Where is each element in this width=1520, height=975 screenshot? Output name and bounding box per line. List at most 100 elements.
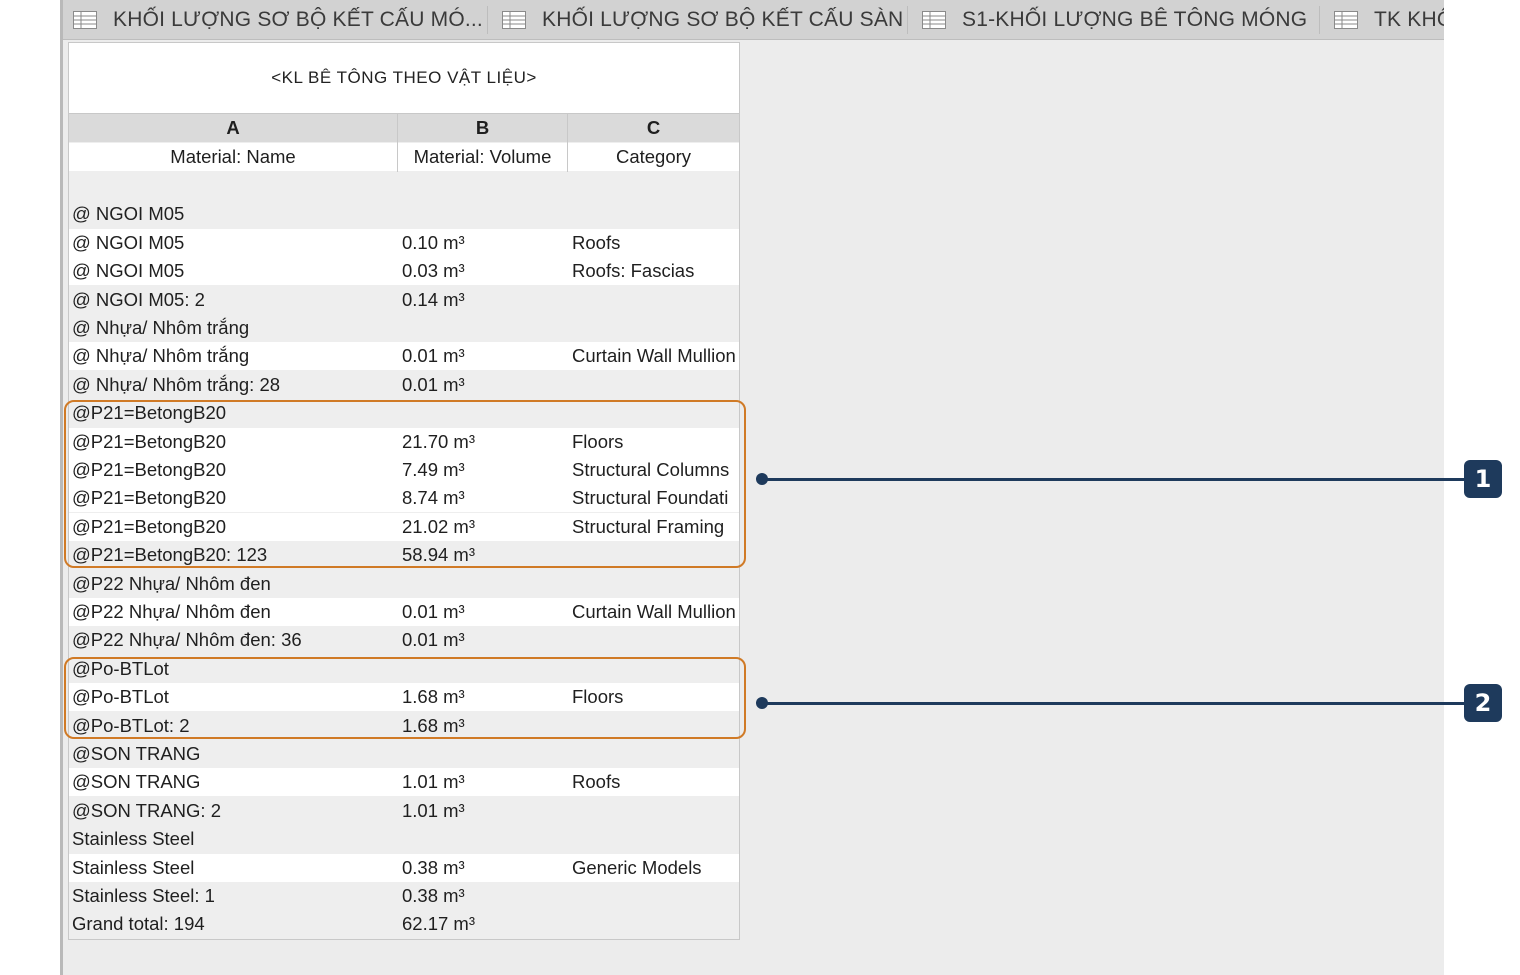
view-tab-bar: KHỐI LƯỢNG SƠ BỘ KẾT CẤU MÓ... KHỐI LƯỢN… [63,0,1444,40]
column-letter-c[interactable]: C [568,114,739,142]
cell-material-name[interactable]: @ Nhựa/ Nhôm trắng [72,314,394,342]
column-header-category[interactable]: Category [568,143,739,171]
cell-material-name[interactable]: @ NGOI M05 [72,257,394,285]
schedule-view-area: <KL BÊ TÔNG THEO VẬT LIỆU> A B C Materia… [63,40,1444,975]
schedule-icon [73,10,97,29]
schedule-icon [502,10,526,29]
cell-material-name[interactable]: Stainless Steel [72,854,394,882]
cell-category[interactable]: Roofs: Fascias [572,257,738,285]
column-header-name[interactable]: Material: Name [69,143,397,171]
cell-material-name[interactable]: @ Nhựa/ Nhôm trắng: 28 [72,371,394,399]
table-row[interactable]: Stainless Steel 0.38 m³ Generic Models [69,853,739,882]
cell-material-name[interactable] [72,172,394,200]
cell-material-volume[interactable]: 1.01 m³ [402,768,562,796]
cell-material-name[interactable]: Grand total: 194 [72,910,394,938]
column-letter-row: A B C [69,114,739,142]
cell-category[interactable] [572,626,738,654]
cell-material-volume[interactable]: 0.01 m³ [402,371,562,399]
table-row[interactable]: @ NGOI M05 0.03 m³ Roofs: Fascias [69,257,739,286]
table-row[interactable]: @P22 Nhựa/ Nhôm đen: 36 0.01 m³ [69,626,739,655]
cell-category[interactable]: Roofs [572,229,738,257]
cell-category[interactable] [572,172,738,200]
cell-material-name[interactable]: @P22 Nhựa/ Nhôm đen [72,570,394,598]
tab-be-tong-mong[interactable]: S1-KHỐI LƯỢNG BÊ TÔNG MÓNG [922,0,1307,39]
cell-material-name[interactable]: @ NGOI M05 [72,200,394,228]
cell-category[interactable] [572,200,738,228]
table-row[interactable]: @ NGOI M05 0.10 m³ Roofs [69,228,739,257]
cell-material-name[interactable]: @P22 Nhựa/ Nhôm đen: 36 [72,626,394,654]
cell-material-volume[interactable] [402,825,562,853]
cell-category[interactable] [572,371,738,399]
cell-material-volume[interactable]: 0.38 m³ [402,854,562,882]
cell-material-volume[interactable] [402,314,562,342]
cell-material-name[interactable]: @ NGOI M05 [72,229,394,257]
cell-material-volume[interactable]: 0.03 m³ [402,257,562,285]
cell-material-volume[interactable]: 0.14 m³ [402,286,562,314]
callout-line-2 [762,702,1464,705]
table-row[interactable]: Stainless Steel [69,825,739,854]
cell-category[interactable] [572,882,738,910]
tab-tk-khoi[interactable]: TK KHỐ [1334,0,1444,39]
table-row[interactable]: @SON TRANG [69,740,739,768]
cell-material-name[interactable]: @P22 Nhựa/ Nhôm đen [72,598,394,626]
cell-material-volume[interactable]: 1.01 m³ [402,797,562,825]
table-row[interactable]: @ Nhựa/ Nhôm trắng: 28 0.01 m³ [69,370,739,399]
cell-material-volume[interactable]: 62.17 m³ [402,910,562,938]
cell-material-name[interactable]: @SON TRANG: 2 [72,797,394,825]
cell-category[interactable] [572,570,738,598]
schedule-icon [1334,10,1358,29]
cell-material-name[interactable]: @ NGOI M05: 2 [72,286,394,314]
tab-khoi-luong-mong[interactable]: KHỐI LƯỢNG SƠ BỘ KẾT CẤU MÓ... [73,0,483,39]
tab-khoi-luong-san[interactable]: KHỐI LƯỢNG SƠ BỘ KẾT CẤU SÀN [502,0,903,39]
cell-material-volume[interactable] [402,570,562,598]
cell-category[interactable] [572,825,738,853]
cell-material-volume[interactable] [402,200,562,228]
tab-separator [907,6,908,34]
table-row[interactable]: @SON TRANG: 2 1.01 m³ [69,796,739,825]
tab-separator [1319,6,1320,34]
table-row[interactable] [69,172,739,200]
cell-material-name[interactable]: Stainless Steel: 1 [72,882,394,910]
cell-material-name[interactable]: @ Nhựa/ Nhôm trắng [72,342,394,370]
cell-material-volume[interactable]: 0.38 m³ [402,882,562,910]
callout-line-1 [762,478,1464,481]
cell-category[interactable]: Curtain Wall Mullion [572,342,738,370]
callout-badge-2: 2 [1464,684,1502,722]
cell-category[interactable]: Curtain Wall Mullion [572,598,738,626]
cell-category[interactable]: Generic Models [572,854,738,882]
cell-category[interactable] [572,910,738,938]
highlight-box-1 [64,400,746,568]
cell-category[interactable] [572,797,738,825]
cell-category[interactable]: Roofs [572,768,738,796]
tab-label: KHỐI LƯỢNG SƠ BỘ KẾT CẤU SÀN [542,7,904,31]
column-divider [397,114,398,172]
cell-category[interactable] [572,740,738,768]
column-header-volume[interactable]: Material: Volume [398,143,567,171]
cell-material-volume[interactable] [402,172,562,200]
table-row[interactable]: @ NGOI M05 [69,200,739,229]
tab-label: KHỐI LƯỢNG SƠ BỘ KẾT CẤU MÓ... [113,7,483,31]
highlight-box-2 [64,657,746,739]
column-letter-a[interactable]: A [69,114,397,142]
cell-material-volume[interactable]: 0.01 m³ [402,598,562,626]
cell-material-name[interactable]: Stainless Steel [72,825,394,853]
cell-material-name[interactable]: @SON TRANG [72,768,394,796]
table-row[interactable]: @ Nhựa/ Nhôm trắng 0.01 m³ Curtain Wall Mu… [69,342,739,371]
cell-category[interactable] [572,286,738,314]
column-letter-b[interactable]: B [398,114,567,142]
schedule-title[interactable]: <KL BÊ TÔNG THEO VẬT LIỆU> [69,43,739,114]
table-row[interactable]: Stainless Steel: 1 0.38 m³ [69,882,739,910]
table-row[interactable]: @P22 Nhựa/ Nhôm đen [69,569,739,598]
cell-category[interactable] [572,314,738,342]
table-row[interactable]: @ NGOI M05: 2 0.14 m³ [69,285,739,314]
cell-material-volume[interactable]: 0.01 m³ [402,626,562,654]
cell-material-name[interactable]: @SON TRANG [72,740,394,768]
cell-material-volume[interactable]: 0.10 m³ [402,229,562,257]
table-row[interactable]: @ Nhựa/ Nhôm trắng [69,314,739,342]
table-row[interactable]: Grand total: 194 62.17 m³ [69,910,739,939]
column-header-row: Material: Name Material: Volume Category [69,143,739,171]
table-row[interactable]: @P22 Nhựa/ Nhôm đen 0.01 m³ Curtain Wall M… [69,598,739,626]
cell-material-volume[interactable] [402,740,562,768]
cell-material-volume[interactable]: 0.01 m³ [402,342,562,370]
table-row[interactable]: @SON TRANG 1.01 m³ Roofs [69,768,739,797]
